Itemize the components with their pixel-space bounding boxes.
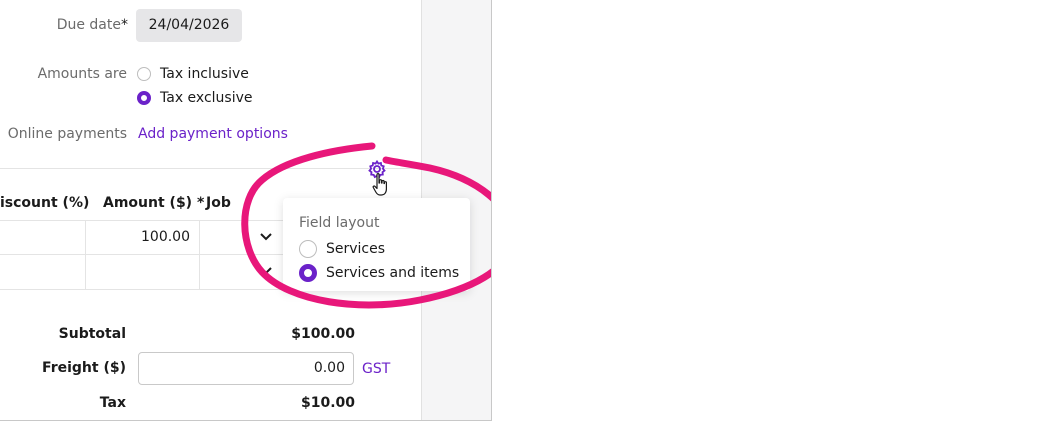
table-row-divider [0,220,300,221]
radio-button-unchecked[interactable] [299,240,317,258]
add-payment-options-link[interactable]: Add payment options [138,126,288,142]
freight-label: Freight ($) [42,360,126,376]
column-header-discount: iscount (%) [0,195,90,211]
section-divider [0,168,421,169]
radio-label: Services and items [326,265,460,281]
radio-services[interactable]: Services [299,240,385,258]
due-date-label: Due date* [20,17,128,33]
amount-cell[interactable]: 100.00 [90,229,190,245]
freight-tax-code-link[interactable]: GST [362,361,390,377]
column-header-amount: Amount ($) * [103,195,205,211]
field-layout-popover: Field layout Services Services and items [283,198,470,291]
radio-button-unchecked[interactable] [137,67,151,81]
popover-title: Field layout [299,215,380,231]
freight-input[interactable]: 0.00 [138,352,354,385]
radio-tax-inclusive[interactable]: Tax inclusive [137,66,249,82]
due-date-label-text: Due date [56,17,121,33]
column-header-job: Job [206,195,231,211]
required-marker: * [121,17,128,33]
subtotal-value: $100.00 [291,326,355,342]
table-row-divider [0,289,300,290]
amounts-are-label: Amounts are [37,66,127,82]
invoice-form-panel: Due date* 24/04/2026 Amounts are Tax inc… [0,0,492,421]
gear-icon[interactable] [367,159,387,179]
chevron-down-icon[interactable] [259,266,273,276]
radio-label: Tax inclusive [160,66,249,82]
radio-tax-exclusive[interactable]: Tax exclusive [137,90,253,106]
radio-services-and-items[interactable]: Services and items [299,264,459,282]
table-column-divider [199,220,200,290]
radio-button-checked[interactable] [299,264,317,282]
table-row-divider [0,254,300,255]
subtotal-label: Subtotal [58,326,126,342]
radio-button-checked[interactable] [137,91,151,105]
radio-label: Tax exclusive [160,90,253,106]
chevron-down-icon[interactable] [259,232,273,242]
tax-label: Tax [99,395,126,411]
hand-pointer-icon [372,173,387,196]
online-payments-label: Online payments [7,126,127,142]
table-column-divider [85,220,86,290]
due-date-field[interactable]: 24/04/2026 [136,9,242,42]
tax-value: $10.00 [300,395,355,411]
radio-label: Services [326,241,386,257]
